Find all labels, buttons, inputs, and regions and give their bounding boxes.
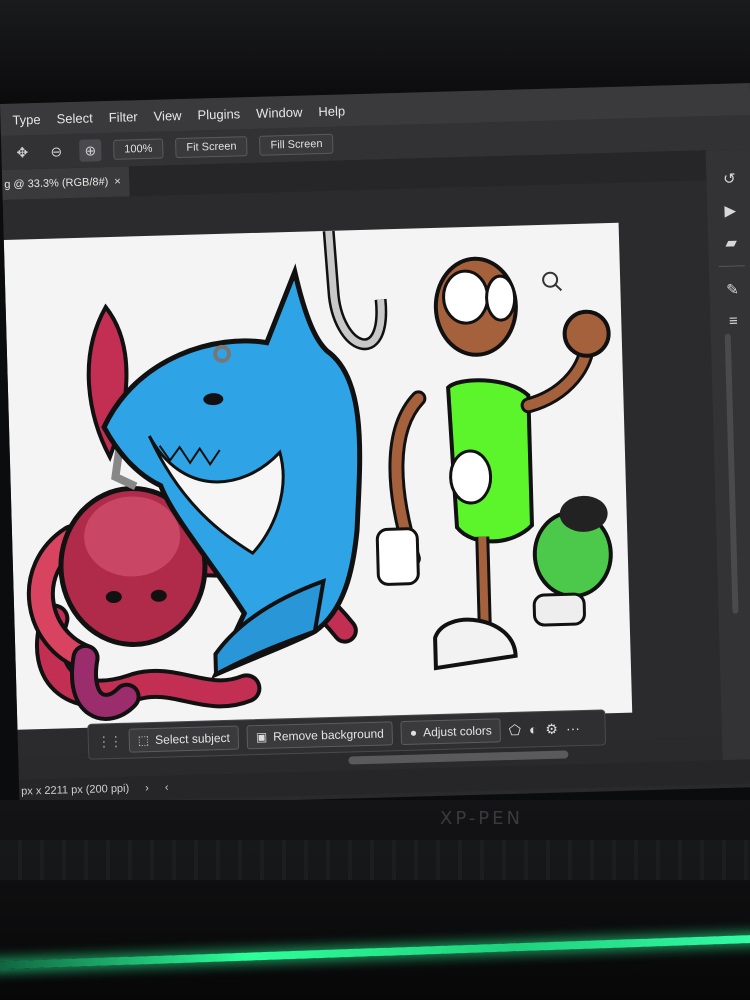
menu-filter[interactable]: Filter	[109, 109, 138, 125]
image-icon: ▣	[255, 729, 268, 745]
select-subject-icon: ⬚	[137, 733, 150, 748]
zoom-cursor-icon	[542, 271, 563, 292]
contrast-icon[interactable]: ◐	[529, 721, 538, 737]
select-subject-label: Select subject	[154, 730, 231, 747]
play-icon[interactable]: ▶	[724, 201, 736, 219]
brush-icon[interactable]: ✎	[726, 280, 739, 298]
adjust-colors-icon: ●	[409, 725, 418, 740]
zoom-percent-button[interactable]: 100%	[113, 138, 164, 160]
move-icon[interactable]: ✥	[11, 141, 34, 164]
menu-select[interactable]: Select	[56, 110, 93, 126]
document-tab-title: g @ 33.3% (RGB/8#)	[4, 176, 109, 191]
artwork	[26, 230, 613, 721]
transform-icon[interactable]: ⬠	[509, 721, 522, 738]
hulk-illustration	[532, 495, 613, 627]
menu-help[interactable]: Help	[318, 103, 345, 119]
adjustments-icon[interactable]: ≡	[729, 312, 738, 329]
drag-handle-icon[interactable]: ⋮⋮	[97, 732, 121, 750]
fill-screen-button[interactable]: Fill Screen	[259, 133, 334, 156]
document-canvas[interactable]	[3, 222, 633, 730]
menu-type[interactable]: Type	[12, 111, 41, 127]
document-info: px x 2211 px (200 ppi)	[21, 782, 130, 798]
horizontal-scrollbar[interactable]	[348, 750, 569, 765]
monitor-internal-board	[0, 840, 750, 880]
menu-window[interactable]: Window	[256, 104, 303, 120]
photoshop-window: Type Select Filter View Plugins Window H…	[0, 83, 750, 808]
adjust-colors-button[interactable]: ● Adjust colors	[400, 718, 502, 746]
status-next-icon[interactable]: ›	[145, 782, 149, 794]
select-subject-button[interactable]: ⬚ Select subject	[128, 725, 240, 753]
monitor-bezel-bottom	[0, 800, 750, 1000]
close-icon[interactable]: ×	[114, 176, 121, 188]
comment-icon[interactable]: ▰	[725, 233, 737, 251]
more-options-icon[interactable]: ···	[566, 720, 580, 736]
mask-icon[interactable]: ⚙	[545, 720, 558, 737]
workspace	[2, 180, 722, 756]
fit-screen-button[interactable]: Fit Screen	[175, 136, 248, 159]
brand-logo: XP-PEN	[440, 808, 523, 829]
document-tab[interactable]: g @ 33.3% (RGB/8#) ×	[1, 166, 130, 200]
adjust-colors-label: Adjust colors	[422, 723, 492, 740]
panel-divider	[718, 265, 745, 267]
menu-plugins[interactable]: Plugins	[197, 106, 240, 122]
status-bar: px x 2211 px (200 ppi) › ‹	[18, 758, 750, 804]
history-icon[interactable]: ↺	[723, 169, 736, 187]
zoom-out-icon[interactable]: ⊖	[45, 140, 68, 163]
menu-view[interactable]: View	[153, 107, 181, 123]
remove-background-label: Remove background	[272, 726, 385, 744]
zoom-in-icon[interactable]: ⊕	[79, 139, 102, 162]
status-prev-icon[interactable]: ‹	[165, 782, 169, 794]
remove-background-button[interactable]: ▣ Remove background	[246, 721, 394, 750]
